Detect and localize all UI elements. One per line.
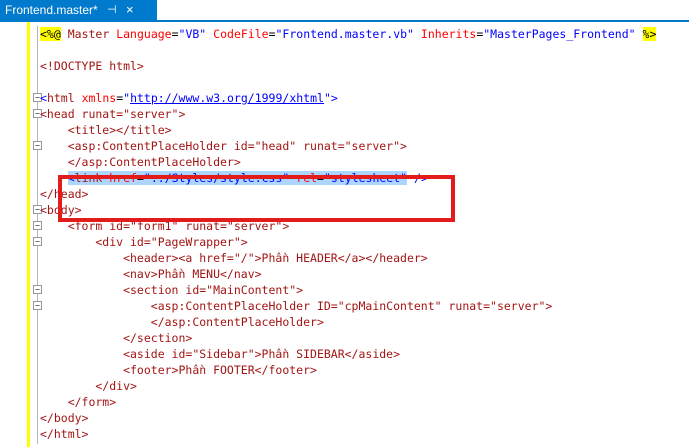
highlight-box <box>58 175 455 222</box>
code-line[interactable]: <html xmlns="http://www.w3.org/1999/xhtm… <box>40 90 338 106</box>
code-line[interactable]: </div> <box>40 378 137 394</box>
code-line[interactable]: <!DOCTYPE html> <box>40 58 144 74</box>
code-line[interactable]: </section> <box>40 330 192 346</box>
tab-frontend-master[interactable]: Frontend.master* ⊣ × <box>0 0 157 20</box>
code-line[interactable]: <aside id="Sidebar">Phần SIDEBAR</aside> <box>40 346 400 362</box>
code-line[interactable]: </html> <box>40 426 88 442</box>
code-line[interactable]: <div id="PageWrapper"> <box>40 234 247 250</box>
code-editor[interactable]: − − − − − − − − <%@ Master Language="VB"… <box>0 22 689 447</box>
code-line[interactable]: <title></title> <box>40 122 172 138</box>
code-line[interactable]: </form> <box>40 394 116 410</box>
code-line[interactable]: <asp:ContentPlaceHolder ID="cpMainConten… <box>40 298 553 314</box>
document-tabstrip: Frontend.master* ⊣ × <box>0 0 689 22</box>
code-line[interactable]: </body> <box>40 410 88 426</box>
code-line[interactable]: </asp:ContentPlaceHolder> <box>40 154 241 170</box>
code-line[interactable]: <head runat="server"> <box>40 106 185 122</box>
code-line[interactable]: <section id="MainContent"> <box>40 282 303 298</box>
code-line[interactable]: <%@ Master Language="VB" CodeFile="Front… <box>40 26 657 42</box>
fold-guide <box>37 26 38 444</box>
pin-icon[interactable]: ⊣ <box>107 0 117 20</box>
change-margin <box>27 22 30 447</box>
code-line[interactable]: <asp:ContentPlaceHolder id="head" runat=… <box>40 138 407 154</box>
code-line[interactable]: <footer>Phần FOOTER</footer> <box>40 362 317 378</box>
code-line[interactable]: <header><a href="/">Phần HEADER</a></hea… <box>40 250 428 266</box>
close-icon[interactable]: × <box>126 0 134 20</box>
code-line[interactable]: </asp:ContentPlaceHolder> <box>40 314 324 330</box>
code-line[interactable]: <nav>Phần MENU</nav> <box>40 266 261 282</box>
tab-title: Frontend.master* <box>5 3 98 17</box>
